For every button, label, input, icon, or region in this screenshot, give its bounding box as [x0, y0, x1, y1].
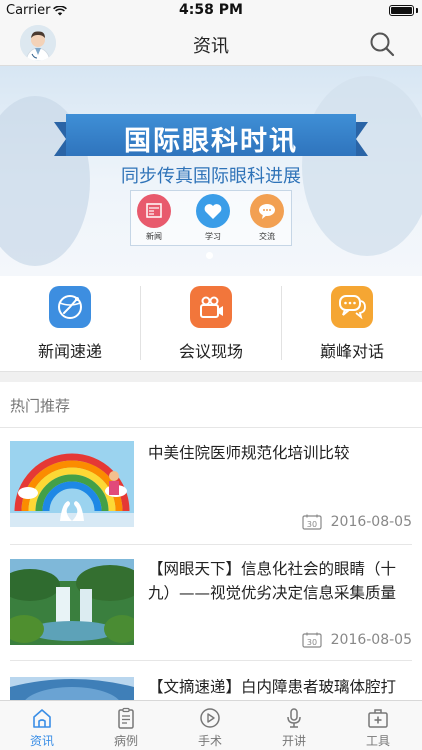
- eye-surgery-image: [10, 677, 134, 700]
- tab-news[interactable]: 资讯: [0, 701, 84, 750]
- news-thumbnail: [10, 441, 134, 527]
- tab-label: 开讲: [281, 734, 306, 748]
- news-date-row: 30 2016-08-05: [301, 629, 412, 648]
- tab-surgery[interactable]: 手术: [168, 701, 252, 750]
- speech-bubble-icon: [250, 194, 284, 228]
- news-title: 中美住院医师规范化培训比较: [148, 444, 350, 462]
- status-bar: Carrier 4:58 PM: [0, 0, 422, 22]
- search-icon[interactable]: [368, 30, 396, 58]
- news-list-item[interactable]: 【网眼天下】信息化社会的眼睛（十九）——视觉优劣决定信息采集质量 30 2016…: [0, 545, 422, 661]
- tab-label: 工具: [365, 734, 390, 748]
- news-date: 2016-08-05: [330, 513, 412, 530]
- banner-item-news: 新闻: [134, 194, 174, 242]
- calendar-icon: 30: [301, 514, 322, 530]
- tab-label: 资讯: [29, 734, 54, 748]
- section-title: 热门推荐: [10, 397, 71, 415]
- rainbow-swans-image: [10, 441, 134, 527]
- banner-title: 国际眼科时讯: [124, 126, 298, 157]
- news-thumbnail: [10, 559, 134, 645]
- category-label: 巅峰对话: [319, 342, 384, 361]
- news-title: 【网眼天下】信息化社会的眼睛（十九）——视觉优劣决定信息采集质量: [148, 560, 397, 602]
- tab-cases[interactable]: 病例: [84, 701, 168, 750]
- ribbon-end-left: [54, 122, 66, 156]
- news-date: 2016-08-05: [330, 631, 412, 648]
- tab-label: 病例: [113, 734, 138, 748]
- tab-lectures[interactable]: 开讲: [252, 701, 336, 750]
- calendar-day: 30: [306, 520, 316, 529]
- page-title: 资讯: [193, 36, 229, 57]
- banner-carousel[interactable]: 国际眼科时讯 同步传真国际眼科进展 新闻 学习 交流: [0, 66, 422, 276]
- calendar-icon: 30: [301, 632, 322, 648]
- banner-item-label: 学习: [205, 232, 221, 241]
- category-summit-dialogue[interactable]: 巅峰对话: [282, 276, 422, 372]
- video-camera-icon: [190, 286, 232, 328]
- calendar-day: 30: [306, 638, 316, 647]
- heart-icon: [196, 194, 230, 228]
- section-gap: [0, 372, 422, 382]
- news-list-item[interactable]: 【文摘速递】白内障患者玻璃体腔打: [0, 661, 422, 700]
- category-conference-live[interactable]: 会议现场: [141, 276, 281, 372]
- banner-subtitle: 同步传真国际眼科进展: [121, 166, 301, 187]
- news-thumbnail: [10, 677, 134, 700]
- battery-icon: [389, 5, 414, 16]
- status-time: 4:58 PM: [179, 2, 243, 18]
- category-label: 新闻速递: [37, 342, 102, 361]
- tab-label: 手术: [197, 734, 222, 748]
- carousel-page-indicator[interactable]: [206, 252, 213, 259]
- banner-item-label: 新闻: [146, 232, 162, 241]
- category-label: 会议现场: [178, 342, 243, 361]
- category-news-express[interactable]: 新闻速递: [0, 276, 140, 372]
- tab-bar: 资讯 病例 手术 开讲 工具: [0, 700, 422, 750]
- ribbon-end-right: [356, 122, 368, 156]
- banner-item-study: 学习: [193, 194, 233, 242]
- news-title: 【文摘速递】白内障患者玻璃体腔打: [148, 678, 397, 696]
- section-header: 热门推荐: [0, 382, 422, 428]
- tab-tools[interactable]: 工具: [336, 701, 420, 750]
- clipboard-icon: [118, 707, 134, 729]
- home-icon: [33, 709, 51, 728]
- banner-item-exchange: 交流: [247, 194, 287, 242]
- newspaper-icon: [137, 194, 171, 228]
- play-circle-icon: [200, 708, 220, 728]
- navigation-bar: 资讯: [0, 22, 422, 66]
- waterfall-image: [10, 559, 134, 645]
- microphone-icon: [287, 708, 301, 728]
- news-date-row: 30 2016-08-05: [301, 511, 412, 530]
- globe-icon: [49, 286, 91, 328]
- category-row: 新闻速递 会议现场 巅峰对话: [0, 276, 422, 372]
- medical-kit-icon: [368, 709, 388, 728]
- news-list-item[interactable]: 中美住院医师规范化培训比较 30 2016-08-05: [0, 429, 422, 545]
- banner-item-label: 交流: [259, 232, 275, 241]
- battery-tip: [416, 8, 418, 13]
- chat-bubble-icon: [331, 286, 373, 328]
